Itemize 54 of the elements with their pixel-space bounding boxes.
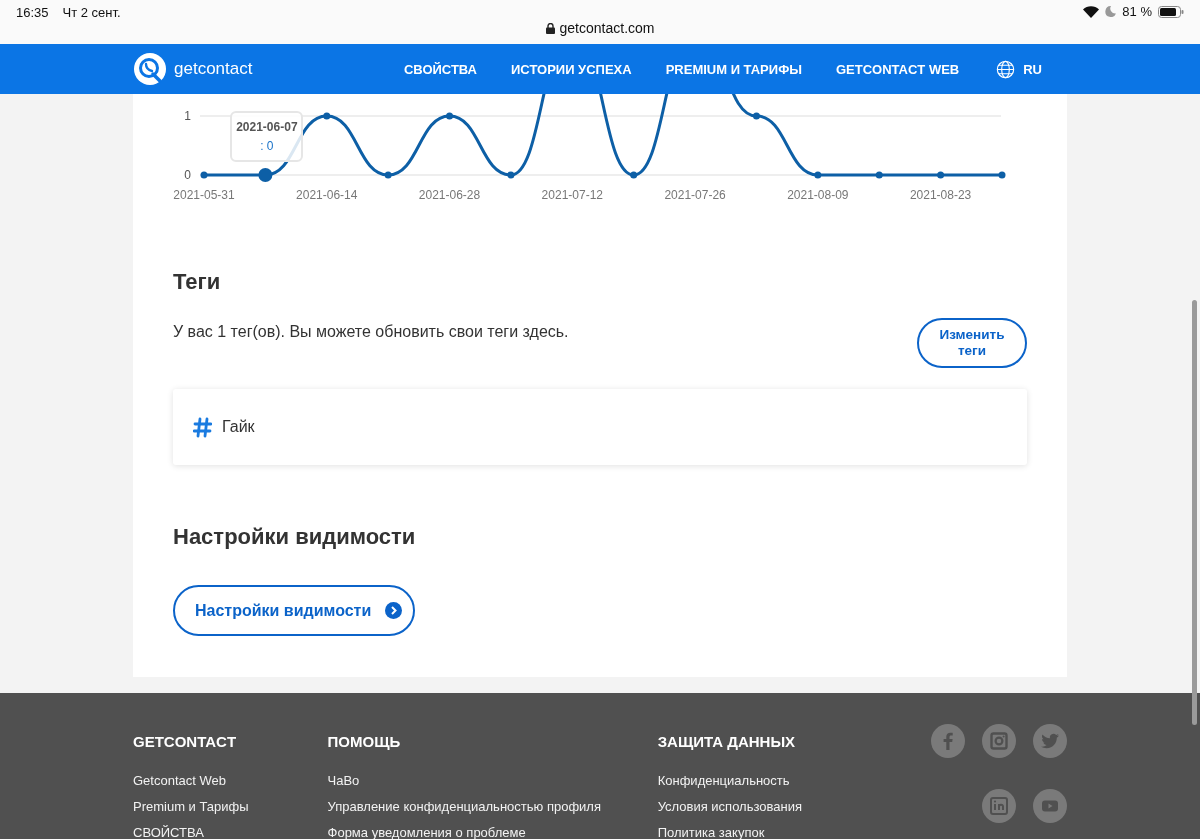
wifi-icon: [1083, 5, 1100, 18]
clock-time: 16:35: [16, 5, 49, 20]
footer-link[interactable]: Политика закупок: [657, 825, 931, 839]
moon-icon: [1105, 6, 1117, 17]
linkedin-icon[interactable]: [982, 788, 1016, 823]
battery-percent: 81 %: [1122, 4, 1152, 19]
footer-link[interactable]: ЧаВо: [327, 773, 658, 789]
section-heading: Настройки видимости: [173, 524, 417, 550]
footer-heading: ЗАЩИТА ДАННЫХ: [657, 733, 797, 751]
edit-tags-button[interactable]: Изменить теги: [917, 318, 1027, 368]
nav-link[interactable]: PREMIUM И ТАРИФЫ: [665, 61, 802, 77]
x-tick-label: 2021-07-26: [664, 188, 726, 202]
battery-icon: [1158, 5, 1184, 18]
instagram-icon[interactable]: [982, 724, 1016, 758]
scroll-bar[interactable]: [1192, 300, 1197, 725]
url-text[interactable]: getcontact.com: [559, 20, 655, 36]
visibility-settings-button[interactable]: Настройки видимости: [173, 585, 415, 636]
footer-link[interactable]: Форма уведомления о проблеме: [327, 825, 658, 839]
tooltip-value: : 0: [260, 139, 274, 153]
y-tick-label: 1: [184, 109, 191, 123]
x-tick-label: 2021-06-14: [296, 188, 358, 202]
data-point[interactable]: [258, 168, 273, 182]
footer-link[interactable]: СВОЙСТВА: [133, 825, 328, 839]
nav-link[interactable]: СВОЙСТВА: [403, 61, 477, 77]
x-tick-label: 2021-08-09: [787, 188, 849, 202]
nav-link[interactable]: GETCONTACT WEB: [835, 61, 960, 77]
footer-link[interactable]: Управление конфиденциальностью профиля: [327, 799, 658, 815]
x-tick-label: 2021-08-23: [909, 188, 972, 202]
lock-icon: [545, 22, 555, 34]
footer-link[interactable]: Premium и Тарифы: [133, 799, 328, 815]
youtube-icon[interactable]: [1033, 788, 1067, 823]
logo-icon[interactable]: [133, 51, 168, 87]
date-text: Чт 2 сент.: [62, 5, 121, 20]
x-tick-label: 2021-05-31: [173, 188, 235, 202]
footer-heading: ПОМОЩЬ: [327, 733, 402, 751]
footer-link[interactable]: Конфиденциальность: [657, 773, 931, 789]
nav-link[interactable]: ИСТОРИИ УСПЕХА: [511, 61, 632, 77]
tags-description: У вас 1 тег(ов). Вы можете обновить свои теги здесь.: [173, 322, 569, 341]
y-tick-label: 0: [184, 168, 191, 182]
twitter-icon[interactable]: [1033, 724, 1067, 758]
footer-link[interactable]: Условия использования: [657, 799, 931, 815]
facebook-icon[interactable]: [931, 724, 965, 758]
x-tick-label: 2021-07-12: [541, 188, 603, 202]
footer-link[interactable]: Getcontact Web: [133, 773, 328, 789]
hashtag-icon: [193, 416, 212, 438]
x-tick-label: 2021-06-28: [418, 188, 481, 202]
globe-icon[interactable]: [996, 59, 1016, 79]
language-link[interactable]: RU: [1023, 61, 1042, 77]
footer-heading: GETCONTACT: [133, 733, 238, 751]
logo-text[interactable]: getcontact: [174, 59, 253, 79]
tag-name: Гайк: [222, 418, 255, 436]
section-heading: Теги: [173, 269, 222, 295]
tooltip-date: 2021-06-07: [236, 120, 298, 134]
chevron-right-icon: [385, 602, 403, 619]
